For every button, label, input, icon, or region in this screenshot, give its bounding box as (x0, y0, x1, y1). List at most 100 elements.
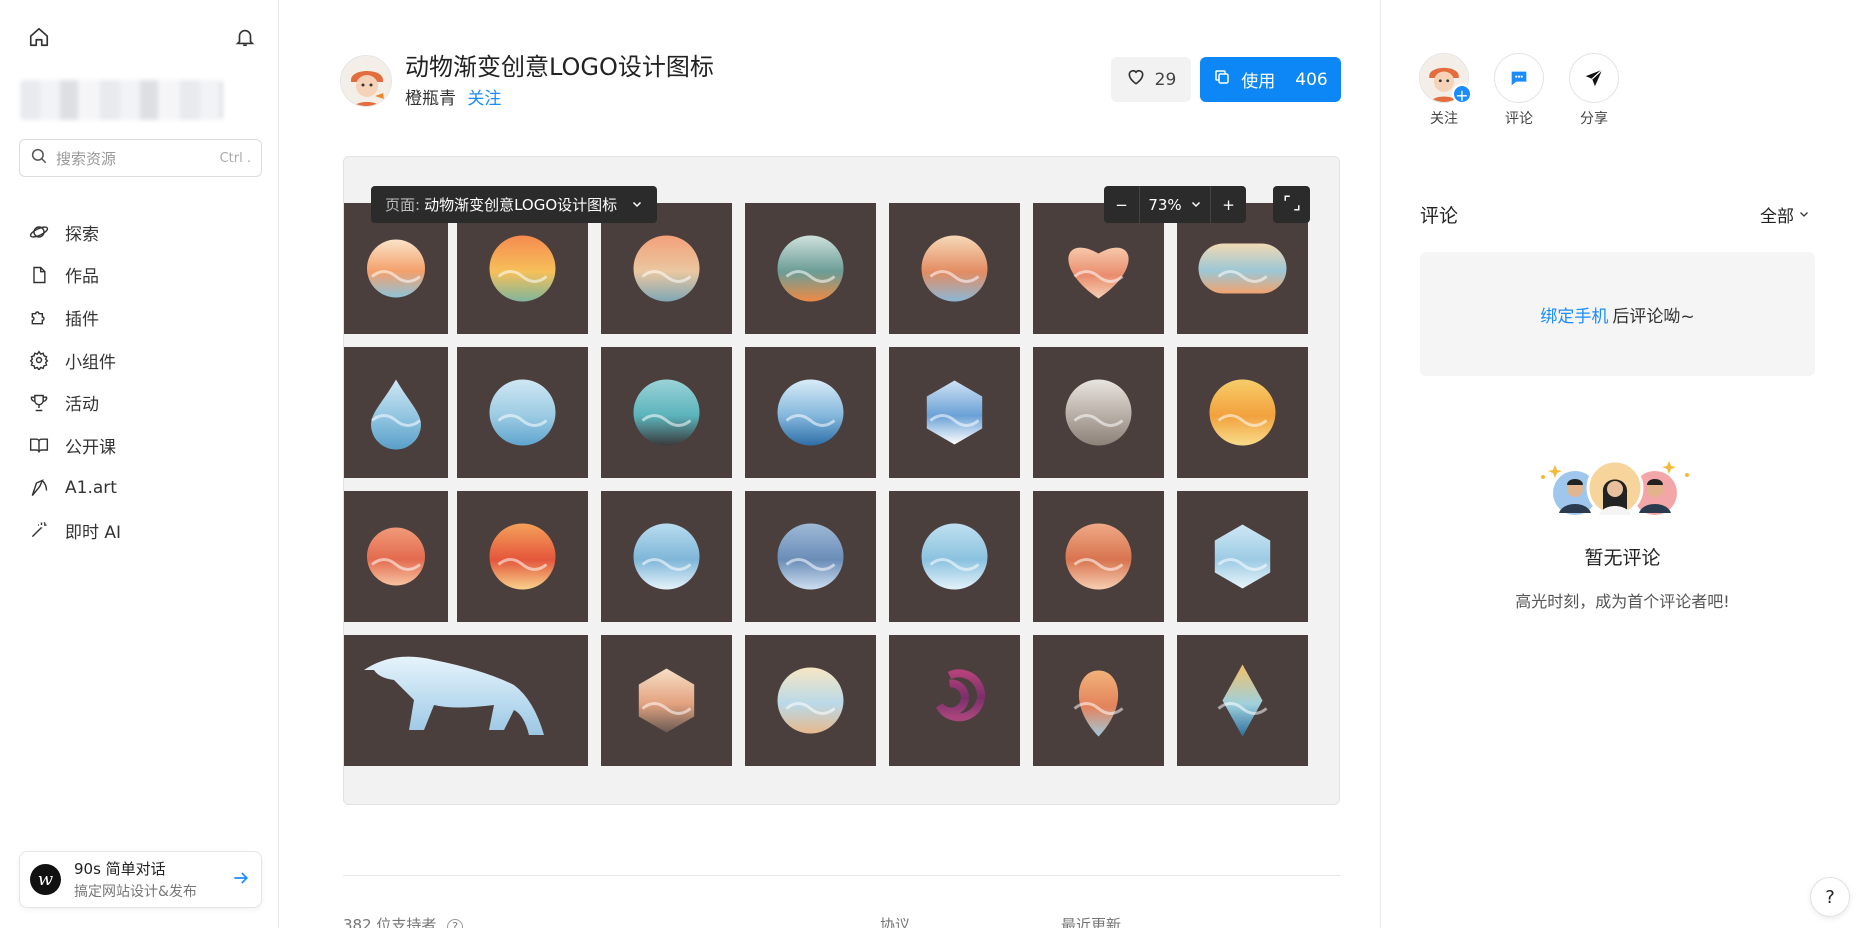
supporters-text: 382 位支持者 (343, 916, 437, 928)
like-button[interactable]: 29 (1111, 57, 1191, 102)
like-count: 29 (1154, 69, 1177, 90)
eagle-hexagon-icon (1177, 491, 1308, 622)
bind-phone-link[interactable]: 绑定手机 (1540, 302, 1608, 327)
sidebar-item-a1art[interactable]: A1.art (28, 467, 258, 510)
promo-title: 90s 简单对话 (74, 860, 166, 878)
work-header: 动物渐变创意LOGO设计图标 橙瓶青 关注 (340, 52, 714, 109)
action-label: 分享 (1580, 111, 1608, 127)
trophy-icon (28, 392, 50, 414)
promo-subtitle: 搞定网站设计&发布 (74, 884, 197, 900)
mushroom-hexagon-icon (601, 635, 732, 766)
page-name: 动物渐变创意LOGO设计图标 (424, 196, 618, 214)
comment-icon (1494, 53, 1544, 103)
figure-wave-icon (745, 635, 876, 766)
use-button[interactable]: 使用 406 (1200, 57, 1341, 102)
sidebar-item-instant-ai[interactable]: 即时 AI (28, 509, 258, 552)
supporters-count: 382 位支持者 ? (343, 914, 464, 928)
sidebar: 搜索资源 Ctrl . 探索 作品 插件 小组件 活动 公开课 A1.art 即… (0, 0, 279, 928)
wave-orb-icon (745, 203, 876, 334)
follow-action[interactable]: + 关注 (1419, 53, 1472, 128)
zoom-in-button[interactable]: + (1211, 186, 1246, 223)
bind-phone-box: 绑定手机 后评论呦~ (1420, 252, 1815, 376)
flame-bird-icon (457, 491, 588, 622)
expand-icon (1283, 194, 1301, 216)
widget-gear-icon (28, 349, 50, 371)
wegic-logo-icon: w (30, 864, 61, 895)
main-content: 动物渐变创意LOGO设计图标 橙瓶青 关注 29 使用 406 382 位支持者… (279, 0, 1380, 928)
zoom-out-button[interactable]: − (1104, 186, 1139, 223)
heart-icon (1126, 67, 1146, 92)
pin-wave-icon (1033, 635, 1164, 766)
sidebar-item-widgets[interactable]: 小组件 (28, 339, 258, 382)
chevron-down-icon (631, 196, 643, 214)
action-label: 评论 (1505, 111, 1533, 127)
author-avatar-icon: + (1419, 53, 1472, 105)
search-input[interactable]: 搜索资源 Ctrl . (19, 139, 262, 177)
bell-icon[interactable] (234, 26, 256, 52)
sidebar-item-explore[interactable]: 探索 (28, 211, 258, 254)
planet-icon (28, 221, 50, 243)
icon-grid (344, 203, 1308, 766)
license-label: 协议 (880, 916, 911, 928)
water-drop-icon (344, 347, 448, 478)
help-circle-icon[interactable]: ? (447, 919, 464, 928)
sidebar-item-plugins[interactable]: 插件 (28, 296, 258, 339)
use-label: 使用 (1241, 72, 1276, 92)
puzzle-icon (28, 306, 50, 328)
sidebar-item-events[interactable]: 活动 (28, 381, 258, 424)
bear-head-icon (889, 491, 1020, 622)
sidebar-item-label: A1.art (65, 477, 117, 498)
action-bar: + 关注 评论 分享 (1419, 53, 1619, 128)
empty-comments-subtitle: 高光时刻，成为首个评论者吧! (1515, 592, 1730, 611)
updated-label: 最近更新 (1061, 916, 1122, 928)
wolf-head-icon (745, 491, 876, 622)
divider (343, 875, 1340, 876)
use-count: 406 (1295, 69, 1328, 90)
sidebar-item-label: 插件 (65, 309, 99, 330)
zoom-level-select[interactable]: 73% (1139, 186, 1211, 223)
right-panel: + 关注 评论 分享 评论 全部 绑定手机 后评论呦~ 暂无评论 高光时刻，成为… (1380, 0, 1863, 928)
page-selector[interactable]: 页面: 动物渐变创意LOGO设计图标 (371, 186, 658, 223)
author-name[interactable]: 橙瓶青 (405, 89, 456, 109)
arrow-right-icon (231, 868, 251, 892)
page-prefix: 页面: (385, 196, 421, 214)
empty-comments-title: 暂无评论 (1584, 547, 1661, 569)
empty-avatars-illustration (1535, 453, 1695, 523)
chevron-down-icon (1798, 205, 1810, 225)
sidebar-item-label: 小组件 (65, 352, 116, 373)
swan-orb-icon (1033, 491, 1164, 622)
sidebar-item-courses[interactable]: 公开课 (28, 424, 258, 467)
help-button[interactable]: ? (1810, 877, 1850, 917)
follow-link[interactable]: 关注 (467, 89, 501, 109)
sidebar-item-label: 即时 AI (65, 522, 122, 543)
search-icon (30, 147, 48, 169)
fox-ring-icon (344, 491, 448, 622)
copy-icon (1213, 68, 1231, 91)
bind-phone-text: 后评论呦~ (1612, 306, 1695, 327)
star-badge-icon (601, 347, 732, 478)
author-avatar[interactable] (340, 54, 392, 107)
design-canvas[interactable] (343, 156, 1340, 805)
pacman-wave-icon (457, 347, 588, 478)
home-icon[interactable] (28, 26, 50, 52)
fullscreen-button[interactable] (1273, 186, 1310, 223)
purple-swirl-icon (889, 635, 1020, 766)
chevron-down-icon (1190, 196, 1202, 214)
share-action[interactable]: 分享 (1569, 53, 1619, 128)
comment-action[interactable]: 评论 (1494, 53, 1544, 128)
file-icon (28, 264, 50, 286)
filter-label: 全部 (1760, 207, 1794, 227)
sidebar-item-label: 活动 (65, 395, 99, 416)
sidebar-item-works[interactable]: 作品 (28, 254, 258, 297)
pen-nib-icon (28, 477, 50, 499)
comments-filter[interactable]: 全部 (1760, 202, 1810, 227)
letter-c-icon (1033, 347, 1164, 478)
magic-wand-icon (28, 519, 50, 541)
app-root: 搜索资源 Ctrl . 探索 作品 插件 小组件 活动 公开课 A1.art 即… (0, 0, 1863, 928)
sidebar-item-label: 公开课 (65, 437, 116, 458)
diamond-wave-icon (1177, 635, 1308, 766)
promo-card[interactable]: w 90s 简单对话 搞定网站设计&发布 (19, 851, 262, 908)
send-icon (1569, 53, 1619, 103)
search-shortcut: Ctrl . (219, 150, 251, 166)
workspace-switcher[interactable] (20, 80, 223, 120)
